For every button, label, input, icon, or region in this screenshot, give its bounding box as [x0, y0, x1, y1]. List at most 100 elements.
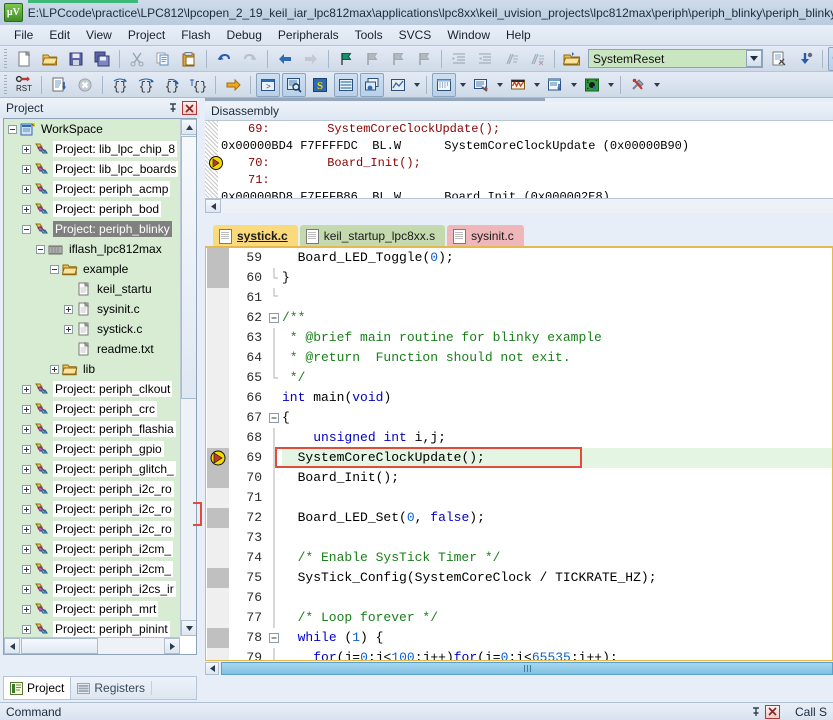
breakpoint-margin-cell[interactable] [207, 348, 229, 368]
analysis-windows-icon[interactable] [506, 73, 530, 97]
tree-item[interactable]: Project: lib_lpc_boards [4, 159, 180, 179]
save-icon[interactable] [64, 47, 88, 71]
run-to-cursor-icon[interactable]: {} [186, 73, 210, 97]
menu-edit[interactable]: Edit [41, 26, 78, 44]
tree-item[interactable]: Project: periph_i2c_ro [4, 479, 180, 499]
code-line[interactable]: 71 [206, 488, 832, 508]
cut-icon[interactable] [125, 47, 149, 71]
expand-icon[interactable] [22, 464, 31, 474]
bookmark-next-icon[interactable] [386, 47, 410, 71]
memory-windows-dropdown-icon[interactable] [457, 74, 468, 96]
code-line[interactable]: 73 [206, 528, 832, 548]
collapse-icon[interactable] [8, 124, 17, 134]
breakpoint-margin-cell[interactable] [207, 388, 229, 408]
tree-item[interactable]: Project: periph_crc [4, 399, 180, 419]
scroll-up-button[interactable] [181, 119, 196, 135]
pin-icon[interactable] [749, 705, 763, 719]
disassembly-hscrollbar[interactable] [205, 198, 833, 213]
menu-help[interactable]: Help [498, 26, 539, 44]
expand-icon[interactable] [64, 324, 73, 334]
breakpoint-margin-cell[interactable] [207, 488, 229, 508]
project-tree[interactable]: WorkSpace Project: lib_lpc_chip_8 Project:… [4, 119, 180, 638]
breakpoint-margin-cell[interactable] [207, 448, 229, 468]
breakpoint-margin-cell[interactable] [207, 648, 229, 660]
serial-windows-dropdown-icon[interactable] [494, 74, 505, 96]
expand-icon[interactable] [64, 304, 73, 314]
code-line[interactable]: 62 /** [206, 308, 832, 328]
new-file-icon[interactable] [12, 47, 36, 71]
tree-item[interactable]: Project: periph_i2cm_ [4, 539, 180, 559]
menu-window[interactable]: Window [439, 26, 498, 44]
analysis-windows-dropdown-icon[interactable] [531, 74, 542, 96]
step-out-icon[interactable]: {} [160, 73, 184, 97]
menu-project[interactable]: Project [120, 26, 173, 44]
breakpoint-margin-cell[interactable] [207, 408, 229, 428]
reset-cpu-icon[interactable]: RST [12, 73, 36, 97]
uncomment-icon[interactable] [525, 47, 549, 71]
tree-item[interactable]: WorkSpace [4, 119, 180, 139]
project-tree-hscrollbar[interactable] [4, 637, 180, 654]
breakpoint-margin-cell[interactable] [207, 608, 229, 628]
toolbar-grip[interactable] [2, 48, 9, 69]
undo-icon[interactable] [212, 47, 236, 71]
step-into-icon[interactable]: {} [108, 73, 132, 97]
tree-item[interactable]: lib [4, 359, 180, 379]
disassembly-splitter[interactable] [205, 98, 545, 101]
editor-tab-systick[interactable]: systick.c [213, 225, 298, 247]
pin-icon[interactable] [166, 101, 180, 115]
debug-toolbar-grip[interactable] [2, 74, 9, 95]
expand-icon[interactable] [22, 444, 31, 454]
serial-windows-icon[interactable] [469, 73, 493, 97]
expand-icon[interactable] [22, 564, 31, 574]
menu-svcs[interactable]: SVCS [391, 26, 440, 44]
menu-file[interactable]: File [6, 26, 41, 44]
chevron-down-icon[interactable] [746, 50, 762, 67]
tree-item[interactable]: Project: periph_clkout [4, 379, 180, 399]
code-line[interactable]: 65 */ [206, 368, 832, 388]
tree-item[interactable]: Project: periph_i2c_ro [4, 519, 180, 539]
target-options-combo[interactable]: SystemReset [588, 49, 763, 68]
bookmark-toggle-icon[interactable] [334, 47, 358, 71]
tree-item[interactable]: Project: periph_glitch_ [4, 459, 180, 479]
code-line[interactable]: 72 Board_LED_Set(0, false); [206, 508, 832, 528]
memory-windows-icon[interactable] [432, 72, 456, 97]
tree-item[interactable]: keil_startu [4, 279, 180, 299]
command-window-icon[interactable]: > [256, 72, 280, 97]
expand-icon[interactable] [22, 424, 31, 434]
editor-hscrollbar[interactable] [205, 661, 833, 676]
project-tree-container[interactable]: WorkSpace Project: lib_lpc_chip_8 Project:… [3, 118, 197, 655]
comment-icon[interactable] [499, 47, 523, 71]
copy-icon[interactable] [151, 47, 175, 71]
tree-item[interactable]: Project: periph_gpio [4, 439, 180, 459]
code-line[interactable]: 76 [206, 588, 832, 608]
expand-icon[interactable] [22, 604, 31, 614]
navigate-forward-icon[interactable] [299, 47, 323, 71]
tree-item[interactable]: Project: periph_i2cs_ir [4, 579, 180, 599]
tree-item[interactable]: example [4, 259, 180, 279]
paste-icon[interactable] [177, 47, 201, 71]
project-tree-hscroll-thumb[interactable] [21, 638, 98, 654]
breakpoint-margin-cell[interactable] [207, 328, 229, 348]
expand-icon[interactable] [50, 364, 59, 374]
expand-icon[interactable] [22, 184, 31, 194]
code-line[interactable]: 60} [206, 268, 832, 288]
editor-scroll-left-button[interactable] [205, 662, 219, 675]
breakpoint-margin-cell[interactable] [207, 428, 229, 448]
breakpoint-margin-cell[interactable] [207, 368, 229, 388]
code-line[interactable]: 75 SysTick_Config(SystemCoreClock / TICK… [206, 568, 832, 588]
tree-item[interactable]: iflash_lpc812max [4, 239, 180, 259]
tree-item[interactable]: Project: periph_acmp [4, 179, 180, 199]
breakpoint-margin-cell[interactable] [207, 548, 229, 568]
menu-tools[interactable]: Tools [347, 26, 391, 44]
project-tree-vscroll-thumb[interactable] [181, 136, 196, 399]
tab-registers[interactable]: Registers [71, 677, 151, 699]
expand-icon[interactable] [22, 144, 31, 154]
collapse-icon[interactable] [50, 264, 59, 274]
project-tree-vscrollbar[interactable] [180, 119, 196, 636]
registers-window-icon[interactable] [334, 72, 358, 97]
code-line[interactable]: 59 Board_LED_Toggle(0); [206, 248, 832, 268]
bookmark-prev-icon[interactable] [360, 47, 384, 71]
indent-icon[interactable] [447, 47, 471, 71]
fold-collapse-icon[interactable] [268, 408, 280, 428]
open-file-icon[interactable] [38, 47, 62, 71]
